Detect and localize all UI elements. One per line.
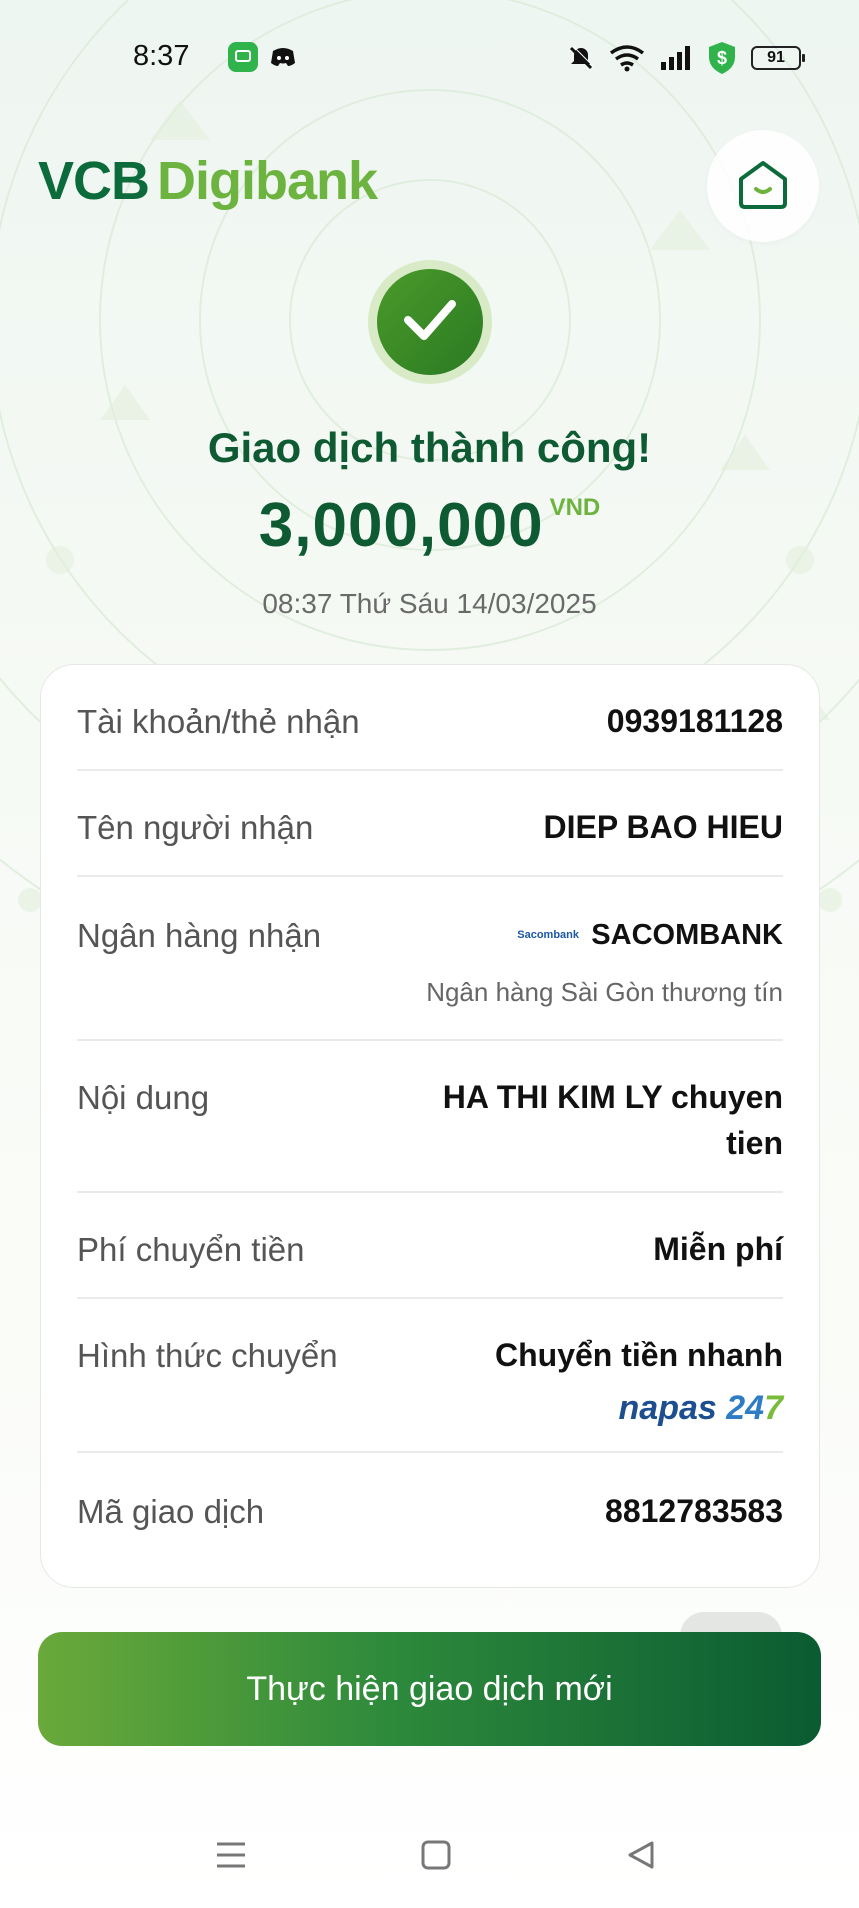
back-triangle-icon	[625, 1839, 657, 1876]
battery-icon: 91	[751, 46, 805, 70]
content-line-2: tien	[726, 1125, 783, 1161]
account-label: Tài khoản/thẻ nhận	[77, 703, 360, 740]
bank-label: Ngân hàng nhận	[77, 917, 322, 954]
detail-row-transaction-id: Mã giao dịch 8812783583	[77, 1453, 783, 1559]
detail-row-bank: Ngân hàng nhận Sacombank SACOMBANK Ngân …	[77, 877, 783, 1041]
amount-currency: VND	[549, 494, 601, 521]
bank-value: SACOMBANK	[591, 919, 783, 951]
detail-row-recipient: Tên người nhận DIEP BAO HIEU	[77, 771, 783, 877]
method-label: Hình thức chuyển	[77, 1337, 338, 1374]
home-button[interactable]	[707, 130, 819, 242]
detail-row-account: Tài khoản/thẻ nhận 0939181128	[77, 665, 783, 771]
method-value: Chuyển tiền nhanh	[495, 1337, 783, 1373]
transaction-details-card: Tài khoản/thẻ nhận 0939181128 Tên người …	[40, 664, 820, 1588]
result-title: Giao dịch thành công!	[207, 424, 652, 471]
status-bar: 8:37 $ 91	[0, 0, 859, 115]
amount-display: 3,000,000 VND	[0, 490, 859, 561]
transaction-datetime: 08:37 Thứ Sáu 14/03/2025	[262, 588, 597, 619]
logo-digibank-text: Digibank	[157, 151, 378, 211]
new-transaction-button[interactable]: Thực hiện giao dịch mới	[38, 1632, 821, 1746]
detail-row-fee: Phí chuyển tiền Miễn phí	[77, 1193, 783, 1299]
sacombank-logo: Sacombank	[517, 929, 579, 941]
fee-value: Miễn phí	[653, 1231, 783, 1267]
messages-app-icon	[228, 42, 258, 72]
recipient-value: DIEP BAO HIEU	[543, 809, 783, 845]
back-nav-button[interactable]	[616, 1832, 666, 1882]
content-line-1: HA THI KIM LY chuyen	[442, 1079, 783, 1115]
bell-muted-icon	[567, 42, 595, 74]
svg-text:$: $	[717, 48, 727, 68]
signal-icon	[659, 42, 693, 74]
logo-vcb-text: VCB	[38, 151, 150, 211]
amount-value: 3,000,000	[258, 491, 544, 560]
square-icon	[420, 1839, 452, 1876]
menu-icon	[215, 1840, 247, 1875]
vcb-digibank-logo: VCB Digibank	[38, 150, 378, 212]
success-badge	[368, 260, 492, 384]
fee-label: Phí chuyển tiền	[77, 1231, 305, 1268]
shield-dollar-icon: $	[707, 42, 737, 74]
detail-row-content: Nội dung HA THI KIM LY chuyen tien	[77, 1041, 783, 1193]
discord-icon	[268, 42, 298, 72]
bank-full-name: Ngân hàng Sài Gòn thương tín	[426, 977, 783, 1007]
account-value: 0939181128	[606, 703, 783, 739]
content-label: Nội dung	[77, 1079, 210, 1116]
napas247-logo: napas 247	[618, 1389, 783, 1427]
wifi-icon	[609, 42, 645, 74]
transaction-id-label: Mã giao dịch	[77, 1493, 265, 1530]
menu-nav-button[interactable]	[206, 1832, 256, 1882]
home-nav-button[interactable]	[411, 1832, 461, 1882]
system-nav-bar	[0, 1820, 859, 1890]
home-icon	[735, 157, 791, 216]
checkmark-icon	[402, 296, 458, 349]
recipient-label: Tên người nhận	[77, 809, 314, 846]
status-icons: $ 91	[567, 40, 805, 76]
detail-row-method: Hình thức chuyển Chuyển tiền nhanh napas…	[77, 1299, 783, 1453]
status-time: 8:37	[133, 40, 190, 72]
transaction-id-value: 8812783583	[605, 1493, 783, 1529]
